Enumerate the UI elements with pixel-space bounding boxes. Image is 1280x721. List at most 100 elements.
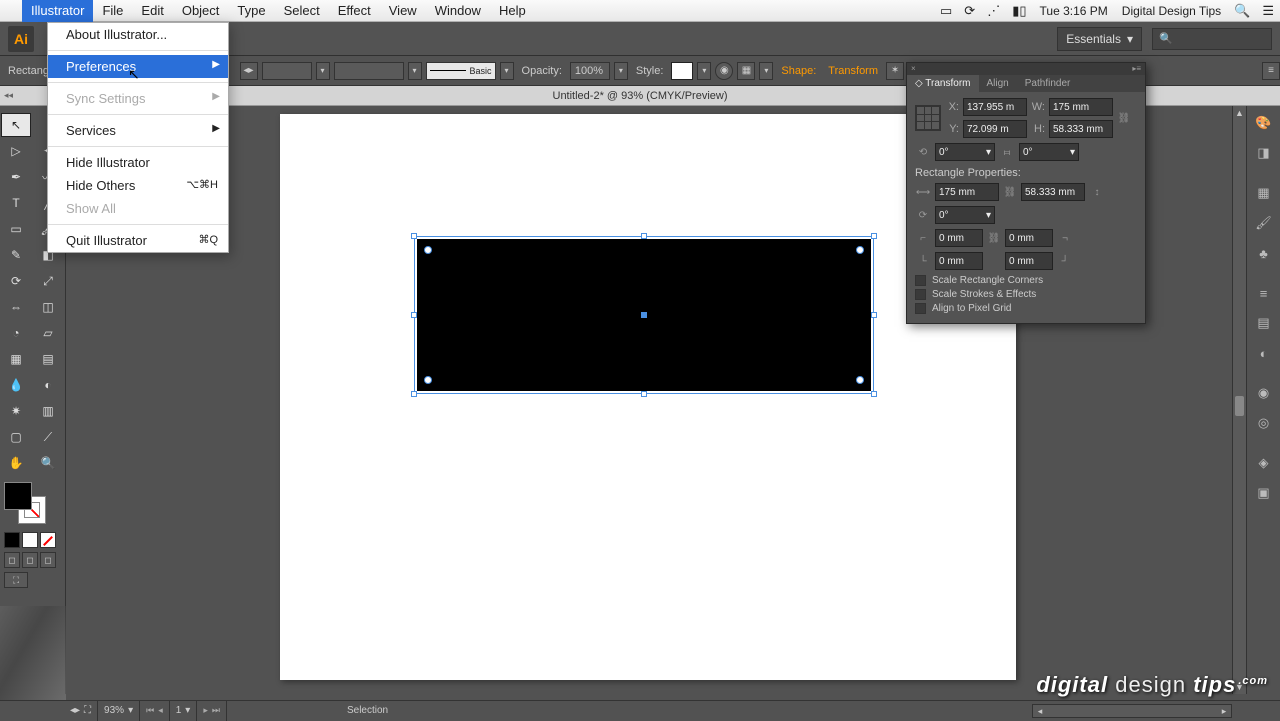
scroll-right-icon[interactable]: ▸	[1217, 705, 1231, 717]
scale-corners-checkbox[interactable]: Scale Rectangle Corners	[915, 275, 1137, 286]
transparency-panel-icon[interactable]: ◐	[1253, 342, 1275, 364]
recolor-icon[interactable]: ◉	[715, 62, 733, 80]
artboards-panel-icon[interactable]: ▣	[1253, 482, 1275, 504]
opacity-dropdown[interactable]: ▾	[614, 62, 628, 80]
fill-swatch[interactable]	[4, 482, 32, 510]
resize-handle-tc[interactable]	[641, 233, 647, 239]
menu-window[interactable]: Window	[426, 0, 490, 22]
brush-dropdown[interactable]: ▾	[500, 62, 514, 80]
align-icon[interactable]: ▦	[737, 62, 755, 80]
calendar-icon[interactable]: ▭	[934, 3, 958, 19]
align-pixel-grid-checkbox[interactable]: Align to Pixel Grid	[915, 303, 1137, 314]
center-point[interactable]	[641, 312, 647, 318]
constrain-proportions-icon[interactable]: ⛓	[1117, 113, 1131, 124]
stroke-panel-icon[interactable]: ≡	[1253, 282, 1275, 304]
live-corner-bl[interactable]	[424, 376, 432, 384]
color-mode-gradient[interactable]	[22, 532, 38, 548]
style-dropdown[interactable]: ▾	[697, 62, 711, 80]
horizontal-scrollbar[interactable]: ◂ ▸	[1032, 704, 1232, 718]
color-mode-solid[interactable]	[4, 532, 20, 548]
appearance-panel-icon[interactable]: ◉	[1253, 382, 1275, 404]
menu-quit-illustrator[interactable]: Quit Illustrator ⌘Q	[48, 229, 228, 252]
corner-tl-field[interactable]	[935, 229, 983, 247]
swatches-panel-icon[interactable]: ▦	[1253, 182, 1275, 204]
search-field[interactable]: 🔍	[1152, 28, 1272, 50]
resize-handle-ml[interactable]	[411, 312, 417, 318]
scrollbar-thumb[interactable]	[1235, 396, 1244, 416]
shape-builder-tool[interactable]: ◔	[1, 321, 31, 345]
corner-br-field[interactable]	[1005, 252, 1053, 270]
rect-width-field[interactable]	[935, 183, 999, 201]
scale-strokes-checkbox[interactable]: Scale Strokes & Effects	[915, 289, 1137, 300]
x-field[interactable]	[963, 98, 1027, 116]
resize-handle-bc[interactable]	[641, 391, 647, 397]
perspective-tool[interactable]: ▱	[33, 321, 63, 345]
draw-inside-icon[interactable]: ◻	[40, 552, 56, 568]
menu-hide-illustrator[interactable]: Hide Illustrator	[48, 151, 228, 174]
pencil-tool[interactable]: ✎	[1, 243, 31, 267]
panel-menu-icon[interactable]: ▸≡	[1132, 64, 1141, 73]
shear-field[interactable]: 0°▾	[1019, 143, 1079, 161]
panel-titlebar[interactable]: × ▸≡	[907, 63, 1145, 75]
rect-angle-field[interactable]: 0°▾	[935, 206, 995, 224]
illustrator-logo-icon[interactable]: Ai	[8, 26, 34, 52]
zoom-level[interactable]: 93%	[104, 705, 124, 716]
brush-definition[interactable]: Basic	[426, 62, 496, 80]
menu-about-illustrator[interactable]: About Illustrator...	[48, 23, 228, 46]
menu-illustrator[interactable]: Illustrator	[22, 0, 93, 22]
selection-tool[interactable]: ↖	[1, 113, 31, 137]
rotate-field[interactable]: 0°▾	[935, 143, 995, 161]
tab-pathfinder[interactable]: Pathfinder	[1017, 75, 1079, 92]
draw-normal-icon[interactable]: ◻	[4, 552, 20, 568]
rect-height-field[interactable]	[1021, 183, 1085, 201]
menubar-user[interactable]: Digital Design Tips	[1115, 4, 1228, 18]
menu-effect[interactable]: Effect	[329, 0, 380, 22]
screen-mode-icon[interactable]: ⛶	[4, 572, 28, 588]
menu-file[interactable]: File	[93, 0, 132, 22]
vertical-scrollbar[interactable]: ▲ ▼	[1232, 106, 1246, 694]
selected-rectangle[interactable]	[414, 236, 874, 394]
direct-selection-tool[interactable]: ▷	[1, 139, 31, 163]
variable-width-field[interactable]	[334, 62, 404, 80]
resize-handle-mr[interactable]	[871, 312, 877, 318]
live-corner-br[interactable]	[856, 376, 864, 384]
menu-hide-others[interactable]: Hide Others ⌥⌘H	[48, 174, 228, 197]
variable-width-dropdown[interactable]: ▾	[408, 62, 422, 80]
y-field[interactable]	[963, 120, 1027, 138]
resize-handle-bl[interactable]	[411, 391, 417, 397]
eyedropper-tool[interactable]: 💧	[1, 373, 31, 397]
transform-link[interactable]: Transform	[824, 65, 882, 77]
menu-services[interactable]: Services ▶	[48, 119, 228, 142]
draw-behind-icon[interactable]: ◻	[22, 552, 38, 568]
menu-edit[interactable]: Edit	[132, 0, 172, 22]
tab-align[interactable]: Align	[979, 75, 1017, 92]
workspace-switcher[interactable]: Essentials ▾	[1057, 27, 1142, 51]
wifi-icon[interactable]: ⋰	[981, 3, 1006, 19]
hand-tool[interactable]: ✋	[1, 451, 31, 475]
last-artboard-icon[interactable]: ⏭	[212, 705, 220, 716]
slice-tool[interactable]: ⟋	[33, 425, 63, 449]
spotlight-icon[interactable]: 🔍	[1228, 3, 1256, 19]
pen-tool[interactable]: ✒	[1, 165, 31, 189]
stroke-weight-stepper[interactable]: ◂▸	[240, 62, 258, 80]
type-tool[interactable]: T	[1, 191, 31, 215]
live-corner-tl[interactable]	[424, 246, 432, 254]
scale-tool[interactable]: ⤢	[33, 269, 63, 293]
column-graph-tool[interactable]: ▥	[33, 399, 63, 423]
resize-handle-tr[interactable]	[871, 233, 877, 239]
constrain-rect-icon[interactable]: ⛓	[1003, 187, 1017, 198]
graphic-styles-icon[interactable]: ◎	[1253, 412, 1275, 434]
panel-menu-icon[interactable]: ≡	[1262, 62, 1280, 80]
width-tool[interactable]: ⇔	[1, 295, 31, 319]
brushes-panel-icon[interactable]: 🖌	[1253, 212, 1275, 234]
color-panel-icon[interactable]: 🎨	[1253, 112, 1275, 134]
menu-type[interactable]: Type	[228, 0, 274, 22]
height-field[interactable]	[1049, 120, 1113, 138]
stroke-weight-dropdown[interactable]: ▾	[316, 62, 330, 80]
menu-view[interactable]: View	[380, 0, 426, 22]
gradient-panel-icon[interactable]: ▤	[1253, 312, 1275, 334]
menubar-clock[interactable]: Tue 3:16 PM	[1033, 4, 1115, 18]
first-artboard-icon[interactable]: ⏮	[146, 705, 154, 716]
width-field[interactable]	[1049, 98, 1113, 116]
prev-artboard-icon[interactable]: ◂	[158, 705, 163, 716]
